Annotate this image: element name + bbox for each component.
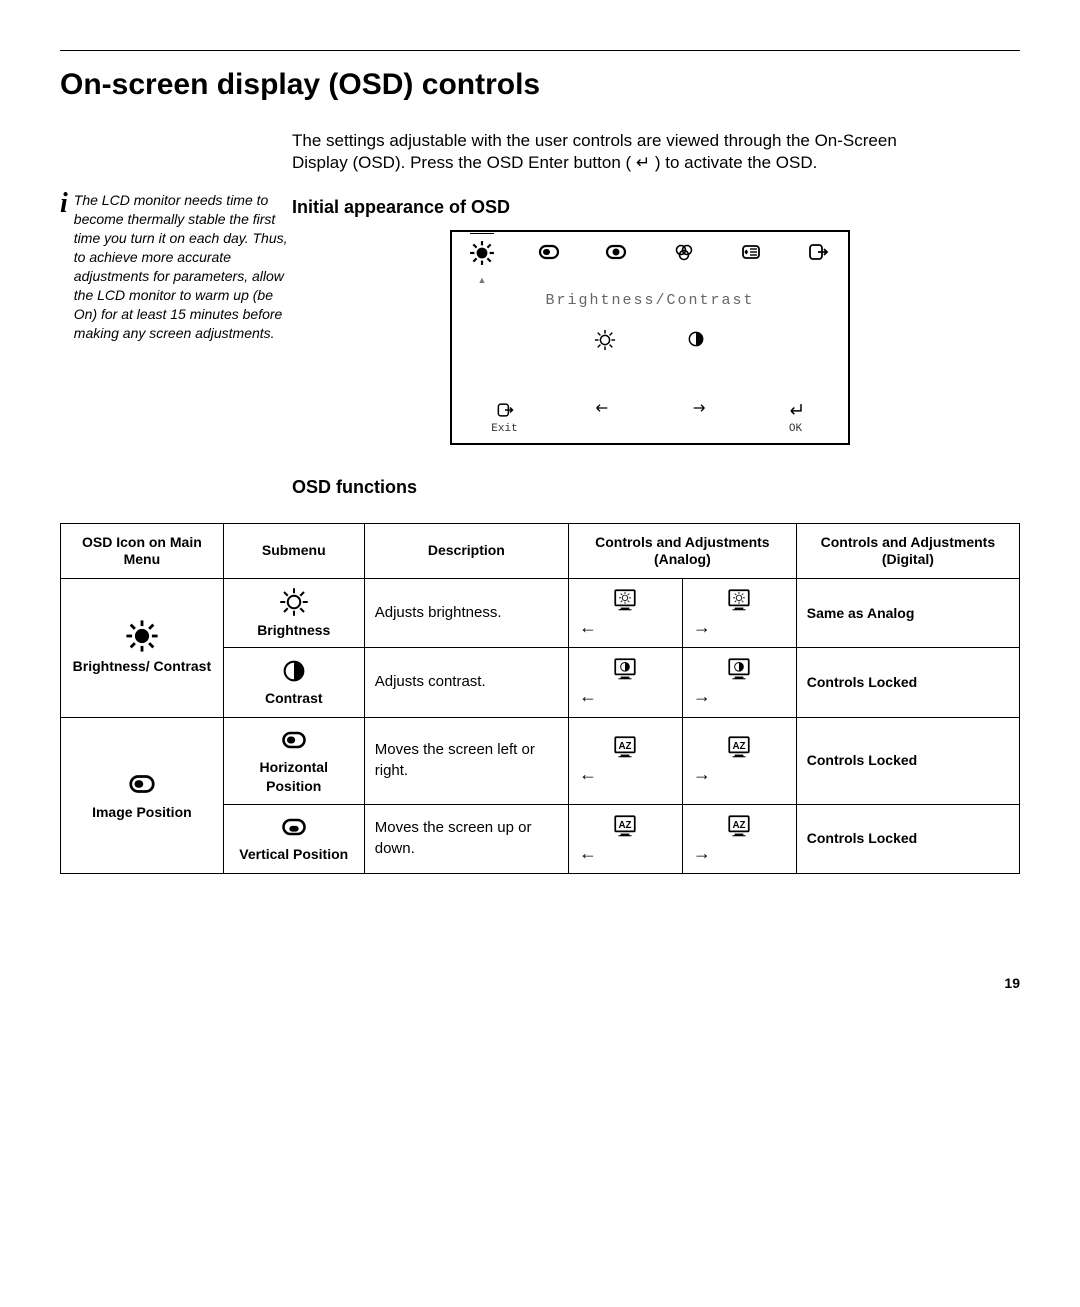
osd-nav-left (572, 400, 632, 437)
submenu-hpos: Horizontal Position (223, 717, 364, 804)
analog-hpos-dec: AZ ← (568, 717, 682, 804)
arrow-right-icon: → (693, 843, 711, 863)
osd-nav-exit: Exit (475, 400, 535, 437)
hpos-icon (275, 726, 313, 754)
brightness-icon (125, 619, 159, 653)
th-analog: Controls and Adjustments (Analog) (568, 523, 796, 578)
page-title: On-screen display (OSD) controls (60, 65, 1020, 106)
arrow-left-icon: ← (579, 764, 597, 784)
main-icon-image-position: Image Position (61, 717, 224, 873)
main-icon-brightness-contrast: Brightness/ Contrast (61, 578, 224, 717)
arrow-left-icon: ← (579, 686, 597, 706)
digital-brightness: Same as Analog (796, 578, 1019, 648)
info-note: i The LCD monitor needs time to become t… (60, 191, 292, 342)
digital-hpos: Controls Locked (796, 717, 1019, 804)
arrow-left-icon: ← (579, 843, 597, 863)
osd-nav-ok: OK (766, 400, 826, 437)
osd-panel-title: Brightness/Contrast (452, 277, 848, 319)
svg-text:AZ: AZ (733, 820, 746, 831)
th-main-menu-icon: OSD Icon on Main Menu (61, 523, 224, 578)
analog-contrast-inc: → (682, 648, 796, 717)
digital-contrast: Controls Locked (796, 648, 1019, 717)
analog-vpos-inc: AZ → (682, 804, 796, 873)
svg-text:AZ: AZ (733, 742, 746, 753)
arrow-right-icon: → (693, 764, 711, 784)
arrow-left-icon: ← (579, 617, 597, 637)
hpos-icon (122, 769, 162, 799)
th-digital: Controls and Adjustments (Digital) (796, 523, 1019, 578)
analog-brightness-dec: ← (568, 578, 682, 648)
digital-vpos: Controls Locked (796, 804, 1019, 873)
th-submenu: Submenu (223, 523, 364, 578)
vpos-icon (275, 813, 313, 841)
submenu-brightness: Brightness (223, 578, 364, 648)
osd-tab-image-setup (596, 240, 636, 273)
subheading-osd-functions: OSD functions (292, 475, 1020, 499)
osd-functions-table: OSD Icon on Main Menu Submenu Descriptio… (60, 523, 1020, 874)
sun-outline-icon (594, 329, 616, 358)
table-row: Brightness/ Contrast Brightness Adjusts … (61, 578, 1020, 648)
main-icon-label: Brightness/ Contrast (71, 657, 213, 676)
arrow-right-icon: → (693, 686, 711, 706)
analog-contrast-dec: ← (568, 648, 682, 717)
sun-outline-icon (279, 587, 309, 617)
desc-brightness: Adjusts brightness. (364, 578, 568, 648)
osd-tab-color (664, 240, 704, 273)
analog-brightness-inc: → (682, 578, 796, 648)
contrast-icon (280, 657, 308, 685)
osd-tab-image-position (529, 240, 569, 273)
analog-hpos-inc: AZ → (682, 717, 796, 804)
analog-vpos-dec: AZ ← (568, 804, 682, 873)
arrow-right-icon: → (693, 617, 711, 637)
th-description: Description (364, 523, 568, 578)
osd-tab-exit (798, 240, 838, 273)
info-icon: i (60, 185, 68, 342)
osd-tab-brightness (462, 240, 502, 273)
submenu-vpos: Vertical Position (223, 804, 364, 873)
desc-vpos: Moves the screen up or down. (364, 804, 568, 873)
contrast-icon (686, 329, 706, 358)
osd-nav-right (669, 400, 729, 437)
desc-hpos: Moves the screen left or right. (364, 717, 568, 804)
intro-paragraph: The settings adjustable with the user co… (292, 130, 932, 176)
page-number: 19 (60, 974, 1020, 993)
osd-tab-options (731, 240, 771, 273)
table-row: Image Position Horizontal Position Moves… (61, 717, 1020, 804)
svg-text:AZ: AZ (619, 742, 632, 753)
subheading-initial-appearance: Initial appearance of OSD (292, 195, 1020, 219)
submenu-contrast: Contrast (223, 648, 364, 717)
info-note-text: The LCD monitor needs time to become the… (74, 191, 292, 342)
desc-contrast: Adjusts contrast. (364, 648, 568, 717)
osd-panel: Brightness/Contrast Exit (450, 230, 850, 445)
svg-text:AZ: AZ (619, 820, 632, 831)
